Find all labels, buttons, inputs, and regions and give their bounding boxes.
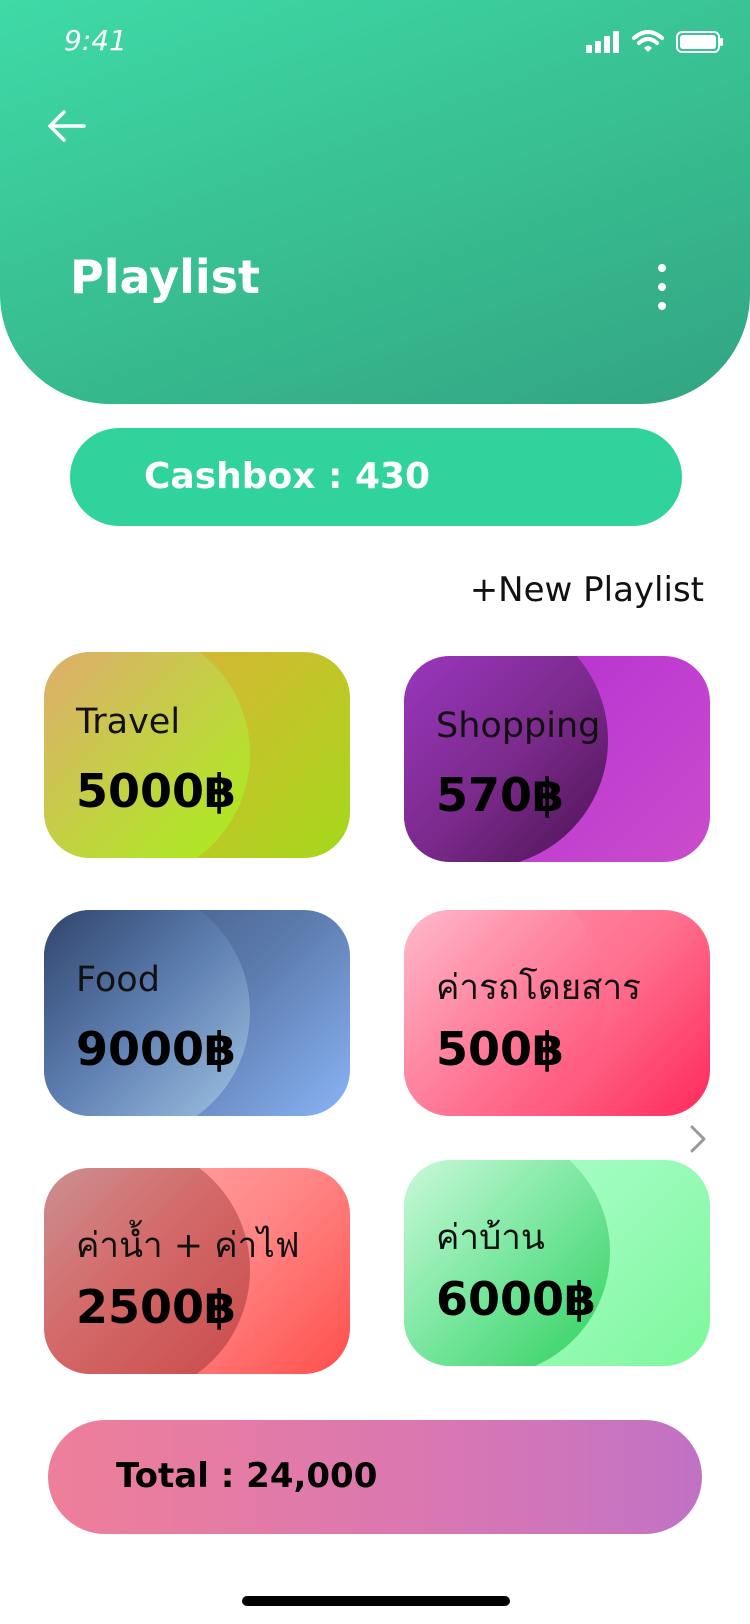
playlist-name: ค่ารถโดยสาร: [436, 968, 641, 1008]
playlist-name: ค่าน้ำ + ค่าไฟ: [76, 1226, 300, 1266]
playlist-name: Food: [76, 960, 160, 1000]
status-time: 9:41: [64, 24, 127, 57]
wifi-icon: [632, 30, 664, 52]
playlist-amount: 500฿: [436, 1022, 565, 1076]
playlist-amount: 570฿: [436, 768, 565, 822]
playlist-card-shopping[interactable]: Shopping 570฿: [404, 656, 710, 862]
card-decoration: [44, 910, 250, 1116]
header-banner: 9:41 Playlist: [0, 0, 750, 404]
total-label: Total : 24,000: [116, 1456, 378, 1496]
page-title: Playlist: [70, 250, 260, 304]
playlist-amount: 9000฿: [76, 1022, 237, 1076]
playlist-amount: 5000฿: [76, 764, 237, 818]
card-decoration: [404, 656, 608, 862]
next-page-button[interactable]: [686, 1124, 710, 1154]
playlist-name: ค่าบ้าน: [436, 1218, 545, 1258]
battery-icon: [676, 31, 723, 53]
playlist-card-food[interactable]: Food 9000฿: [44, 910, 350, 1116]
total-banner: Total : 24,000: [48, 1420, 702, 1534]
cashbox-banner: Cashbox : 430: [70, 428, 682, 526]
signal-icon: [586, 31, 619, 53]
playlist-card-travel[interactable]: Travel 5000฿: [44, 652, 350, 858]
more-options-button[interactable]: [650, 262, 674, 312]
playlist-amount: 2500฿: [76, 1280, 237, 1334]
back-button[interactable]: [44, 104, 88, 148]
playlist-amount: 6000฿: [436, 1272, 597, 1326]
playlist-name: Shopping: [436, 706, 601, 746]
more-vertical-icon: [658, 264, 666, 310]
arrow-left-icon: [48, 110, 86, 142]
chevron-right-icon: [690, 1125, 706, 1153]
playlist-card-utilities[interactable]: ค่าน้ำ + ค่าไฟ 2500฿: [44, 1168, 350, 1374]
home-indicator[interactable]: [242, 1596, 510, 1606]
playlist-card-house[interactable]: ค่าบ้าน 6000฿: [404, 1160, 710, 1366]
card-decoration: [44, 652, 250, 858]
cashbox-label: Cashbox : 430: [144, 456, 431, 497]
playlist-card-transport[interactable]: ค่ารถโดยสาร 500฿: [404, 910, 710, 1116]
new-playlist-button[interactable]: +New Playlist: [470, 570, 704, 610]
status-icons: [586, 30, 724, 54]
playlist-name: Travel: [76, 702, 181, 742]
